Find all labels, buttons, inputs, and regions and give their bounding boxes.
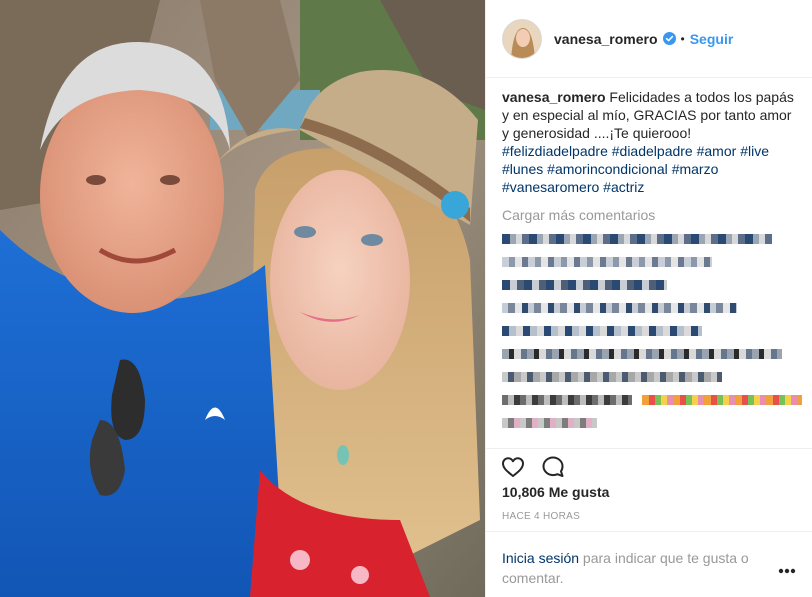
verified-badge-icon — [662, 32, 676, 45]
more-options-icon[interactable] — [778, 568, 796, 574]
hashtag-link[interactable]: #amorincondicional — [547, 161, 668, 177]
comment-row[interactable] — [502, 392, 802, 408]
avatar[interactable] — [502, 18, 542, 59]
hashtag-link[interactable]: #vanesaromero — [502, 179, 599, 195]
hashtag-link[interactable]: #felizdiadelpadre — [502, 143, 608, 159]
comment-row[interactable] — [502, 323, 802, 339]
photo-illustration — [0, 0, 485, 597]
hashtag-link[interactable]: #live — [740, 143, 769, 159]
separator-dot: • — [680, 31, 685, 46]
post-header: vanesa_romero • Seguir — [486, 0, 812, 78]
caption: vanesa_romero Felicidades a todos los pa… — [502, 88, 802, 224]
hashtag-list: #felizdiadelpadre #diadelpadre #amor #li… — [502, 142, 802, 196]
heart-icon[interactable] — [500, 454, 526, 480]
post-detail-panel: vanesa_romero • Seguir vanesa_romero Fel… — [485, 0, 812, 597]
action-bar — [486, 448, 812, 484]
login-prompt: Inicia sesión para indicar que te gusta … — [486, 531, 812, 597]
like-count[interactable]: 10,806 Me gusta — [502, 484, 609, 500]
comment-row[interactable] — [502, 231, 802, 247]
hashtag-link[interactable]: #amor — [697, 143, 737, 159]
load-more-comments-button[interactable]: Cargar más comentarios — [502, 206, 802, 224]
post-timestamp: HACE 4 HORAS — [502, 511, 581, 522]
hashtag-link[interactable]: #marzo — [672, 161, 719, 177]
post-photo[interactable] — [0, 0, 485, 597]
header-username[interactable]: vanesa_romero — [554, 31, 658, 47]
avatar-photo — [503, 19, 541, 58]
hashtag-link[interactable]: #lunes — [502, 161, 543, 177]
hashtag-link[interactable]: #diadelpadre — [612, 143, 693, 159]
comment-bubble-icon[interactable] — [540, 454, 566, 480]
follow-button[interactable]: Seguir — [690, 31, 734, 47]
comment-row[interactable] — [502, 346, 802, 362]
comment-row[interactable] — [502, 254, 802, 270]
comment-row[interactable] — [502, 277, 802, 293]
comment-row[interactable] — [502, 369, 802, 385]
caption-username[interactable]: vanesa_romero — [502, 89, 606, 105]
obscured-comments — [502, 231, 802, 438]
comment-row[interactable] — [502, 300, 802, 316]
hashtag-link[interactable]: #actriz — [603, 179, 644, 195]
comment-row[interactable] — [502, 415, 802, 431]
login-link[interactable]: Inicia sesión — [502, 550, 579, 566]
